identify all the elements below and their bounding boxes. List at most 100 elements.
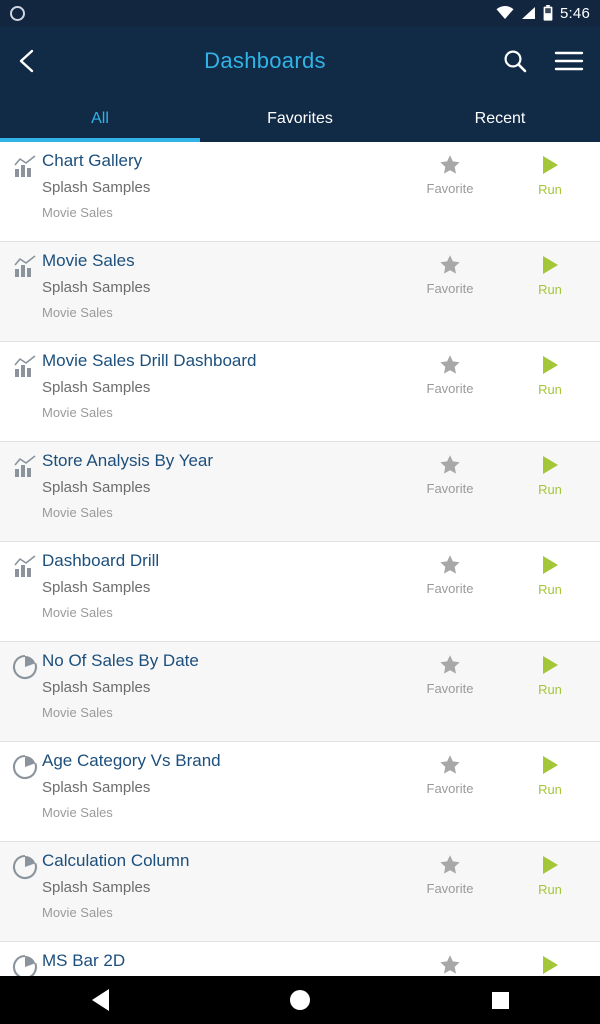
run-button[interactable]: Run: [500, 342, 600, 397]
star-icon: [439, 154, 461, 175]
run-button[interactable]: Run: [500, 442, 600, 497]
tab-bar: All Favorites Recent: [0, 96, 600, 142]
favorite-label: Favorite: [426, 281, 474, 296]
run-label: Run: [538, 282, 562, 297]
dashboard-item-title: Age Category Vs Brand: [42, 751, 221, 770]
play-triangle-icon: [539, 454, 561, 476]
app-bar-actions: [474, 48, 584, 74]
tab-recent-label: Recent: [474, 110, 526, 127]
dashboard-item-text: Store Analysis By Year Splash Samples Movi…: [40, 442, 400, 522]
dashboard-item-meta: Movie Sales: [42, 605, 113, 620]
dashboard-item-subtitle: Splash Samples: [42, 479, 151, 496]
dashboard-list-item[interactable]: Calculation Column Splash Samples Movie Sa…: [0, 842, 600, 942]
dashboard-list-item[interactable]: Age Category Vs Brand Splash Samples Movie…: [0, 742, 600, 842]
favorite-label: Favorite: [426, 181, 474, 196]
dashboard-list-item[interactable]: Movie Sales Drill Dashboard Splash Sample…: [0, 342, 600, 442]
favorite-button[interactable]: Favorite: [400, 642, 500, 696]
dashboard-item-title: Store Analysis By Year: [42, 451, 214, 470]
run-button[interactable]: Run: [500, 842, 600, 897]
run-label: Run: [538, 882, 562, 897]
favorite-label: Favorite: [426, 581, 474, 596]
bar-chart-icon: [0, 542, 40, 580]
status-bar-clock: 5:46: [560, 4, 590, 22]
search-icon[interactable]: [502, 48, 528, 74]
favorite-button[interactable]: Favorite: [400, 942, 500, 976]
dashboard-list-item[interactable]: No Of Sales By Date Splash Samples Movie S…: [0, 642, 600, 742]
pie-chart-icon: [0, 942, 40, 976]
run-label: Run: [538, 382, 562, 397]
tab-all[interactable]: All: [0, 96, 200, 142]
dashboard-item-meta: Movie Sales: [42, 205, 113, 220]
signal-icon: [521, 6, 536, 20]
favorite-button[interactable]: Favorite: [400, 842, 500, 896]
tab-favorites[interactable]: Favorites: [200, 96, 400, 142]
dashboard-item-title: Movie Sales: [42, 251, 135, 270]
dashboard-list-item[interactable]: MS Bar 2D FavoriteRun: [0, 942, 600, 976]
favorite-button[interactable]: Favorite: [400, 242, 500, 296]
tab-favorites-label: Favorites: [267, 110, 333, 127]
back-button[interactable]: [16, 48, 56, 74]
run-label: Run: [538, 682, 562, 697]
play-triangle-icon: [539, 554, 561, 576]
recents-square-icon: [491, 991, 509, 1009]
dashboard-list-item[interactable]: Store Analysis By Year Splash Samples Movi…: [0, 442, 600, 542]
pie-chart-icon: [0, 642, 40, 680]
dashboard-item-text: Calculation Column Splash Samples Movie Sa…: [40, 842, 400, 922]
run-button[interactable]: Run: [500, 642, 600, 697]
play-triangle-icon: [539, 654, 561, 676]
favorite-button[interactable]: Favorite: [400, 742, 500, 796]
run-button[interactable]: Run: [500, 242, 600, 297]
dashboard-list-item[interactable]: Dashboard Drill Splash Samples Movie Sales…: [0, 542, 600, 642]
android-recents-button[interactable]: [470, 991, 530, 1009]
dashboard-item-text: Dashboard Drill Splash Samples Movie Sales: [40, 542, 400, 622]
bar-chart-icon: [0, 342, 40, 380]
run-button[interactable]: Run: [500, 142, 600, 197]
run-button[interactable]: Run: [500, 942, 600, 976]
dashboard-list-item[interactable]: Movie Sales Splash Samples Movie Sales Favo…: [0, 242, 600, 342]
app-bar: Dashboards: [0, 26, 600, 96]
favorite-button[interactable]: Favorite: [400, 142, 500, 196]
dashboard-item-text: Chart Gallery Splash Samples Movie Sales: [40, 142, 400, 222]
android-back-button[interactable]: [70, 989, 130, 1011]
tab-recent[interactable]: Recent: [400, 96, 600, 142]
play-triangle-icon: [539, 354, 561, 376]
favorite-button[interactable]: Favorite: [400, 542, 500, 596]
dashboard-item-text: No Of Sales By Date Splash Samples Movie S…: [40, 642, 400, 722]
back-triangle-icon: [91, 989, 109, 1011]
tab-all-label: All: [91, 110, 109, 127]
dashboard-list-item[interactable]: Chart Gallery Splash Samples Movie Sales Fa…: [0, 142, 600, 242]
bar-chart-icon: [0, 442, 40, 480]
android-nav-bar: [0, 976, 600, 1024]
run-label: Run: [538, 482, 562, 497]
play-triangle-icon: [539, 854, 561, 876]
favorite-label: Favorite: [426, 881, 474, 896]
dashboard-item-text: Movie Sales Drill Dashboard Splash Sample…: [40, 342, 400, 422]
dashboard-item-subtitle: Splash Samples: [42, 779, 151, 796]
run-button[interactable]: Run: [500, 742, 600, 797]
run-label: Run: [538, 782, 562, 797]
run-label: Run: [538, 182, 562, 197]
dashboard-item-subtitle: Splash Samples: [42, 879, 151, 896]
dashboard-item-subtitle: Splash Samples: [42, 679, 151, 696]
dashboard-item-title: Dashboard Drill: [42, 551, 160, 570]
favorite-label: Favorite: [426, 681, 474, 696]
dashboard-item-meta: Movie Sales: [42, 305, 113, 320]
android-home-button[interactable]: [270, 990, 330, 1010]
star-icon: [439, 354, 461, 375]
dashboard-item-meta: Movie Sales: [42, 805, 113, 820]
dashboard-item-meta: Movie Sales: [42, 905, 113, 920]
star-icon: [439, 454, 461, 475]
dashboard-item-subtitle: Splash Samples: [42, 179, 151, 196]
favorite-button[interactable]: Favorite: [400, 342, 500, 396]
run-button[interactable]: Run: [500, 542, 600, 597]
dashboard-item-title: MS Bar 2D: [42, 951, 126, 970]
status-bar: 5:46: [0, 0, 600, 26]
dashboard-item-text: Movie Sales Splash Samples Movie Sales: [40, 242, 400, 322]
app-root: 5:46 Dashboards All Favorites Recent Cha…: [0, 0, 600, 1024]
favorite-button[interactable]: Favorite: [400, 442, 500, 496]
star-icon: [439, 254, 461, 275]
dashboard-list[interactable]: Chart Gallery Splash Samples Movie Sales Fa…: [0, 142, 600, 976]
dashboard-item-meta: Movie Sales: [42, 405, 113, 420]
hamburger-menu-icon[interactable]: [554, 49, 584, 73]
pie-chart-icon: [0, 842, 40, 880]
